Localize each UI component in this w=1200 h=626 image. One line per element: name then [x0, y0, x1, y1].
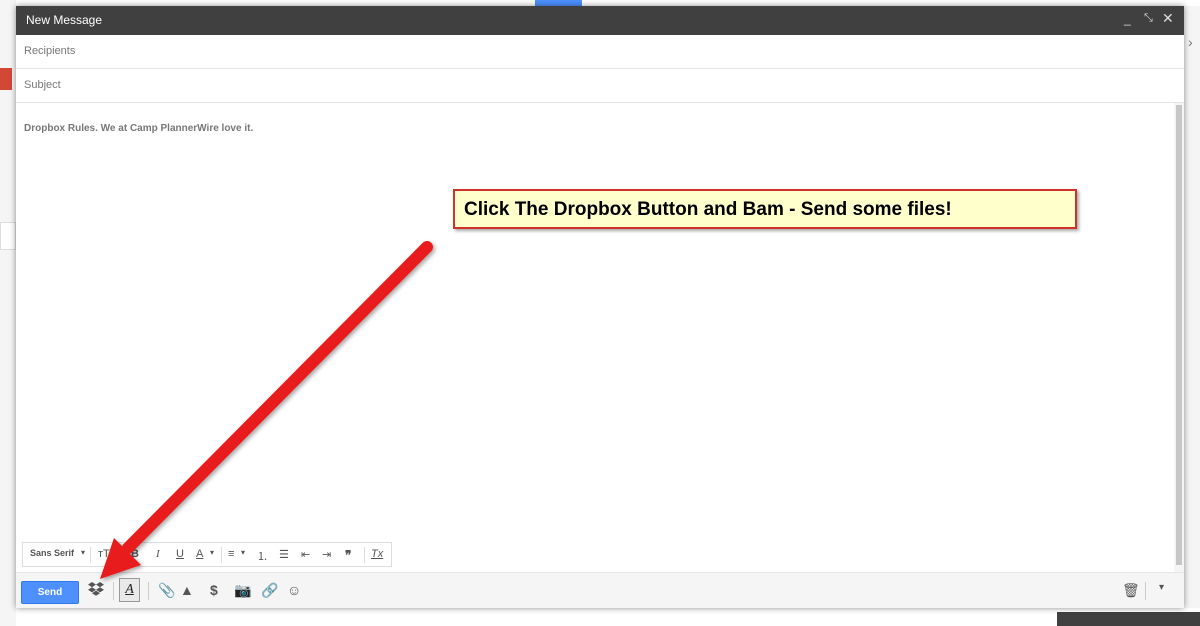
annotation-arrow: [100, 241, 433, 579]
